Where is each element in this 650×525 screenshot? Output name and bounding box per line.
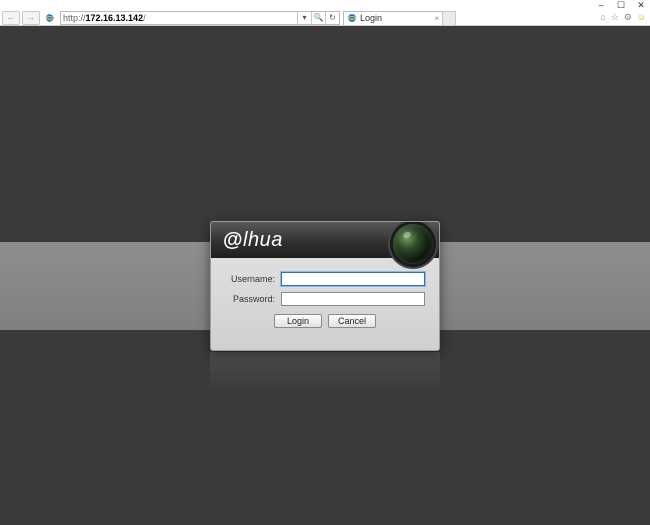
brand-at: @ [223, 229, 243, 251]
browser-tab[interactable]: Login × [343, 11, 443, 25]
window-maximize-button[interactable]: ☐ [616, 0, 626, 10]
username-label: Username: [225, 274, 281, 284]
search-dropdown-button[interactable]: ▾ [297, 12, 311, 24]
toolbar-right-icons: ⌂ ☆ ⚙ ☺ [600, 12, 650, 23]
tab-close-button[interactable]: × [434, 14, 439, 23]
brand-text: lhua [243, 229, 283, 251]
url-suffix: / [143, 13, 146, 23]
nav-back-button[interactable]: ← [2, 11, 20, 25]
ie-icon [347, 13, 357, 23]
tools-icon[interactable]: ⚙ [624, 12, 632, 23]
password-label: Password: [225, 294, 281, 304]
page-viewport: @lhua Username: Password: Login Cancel [0, 26, 650, 525]
url-prefix: http:// [63, 13, 86, 23]
login-panel: @lhua Username: Password: Login Cancel [210, 221, 440, 351]
ie-icon [44, 12, 56, 24]
home-icon[interactable]: ⌂ [600, 12, 605, 23]
window-close-button[interactable]: ✕ [636, 0, 646, 10]
login-panel-header: @lhua [211, 222, 439, 258]
url-text: http://172.16.13.142/ [61, 13, 297, 23]
browser-toolbar: ← → http://172.16.13.142/ ▾ 🔍 ↻ Login × … [0, 10, 650, 26]
address-bar[interactable]: http://172.16.13.142/ ▾ 🔍 ↻ [60, 11, 340, 25]
favorites-icon[interactable]: ☆ [611, 12, 619, 23]
button-row: Login Cancel [225, 314, 425, 328]
password-row: Password: [225, 292, 425, 306]
login-form: Username: Password: Login Cancel [211, 258, 439, 338]
cancel-button[interactable]: Cancel [328, 314, 376, 328]
window-titlebar: – ☐ ✕ [0, 0, 650, 10]
camera-lens-icon [393, 224, 433, 264]
url-host: 172.16.13.142 [86, 13, 144, 23]
smiley-icon[interactable]: ☺ [637, 12, 646, 23]
panel-reflection [210, 352, 440, 402]
search-button[interactable]: 🔍 [311, 12, 325, 24]
window-minimize-button[interactable]: – [596, 0, 606, 10]
password-input[interactable] [281, 292, 425, 306]
nav-forward-button[interactable]: → [22, 11, 40, 25]
refresh-button[interactable]: ↻ [325, 12, 339, 24]
new-tab-button[interactable] [442, 11, 456, 25]
username-row: Username: [225, 272, 425, 286]
brand-logo: @lhua [223, 229, 283, 252]
tab-title: Login [360, 13, 431, 23]
username-input[interactable] [281, 272, 425, 286]
login-button[interactable]: Login [274, 314, 322, 328]
